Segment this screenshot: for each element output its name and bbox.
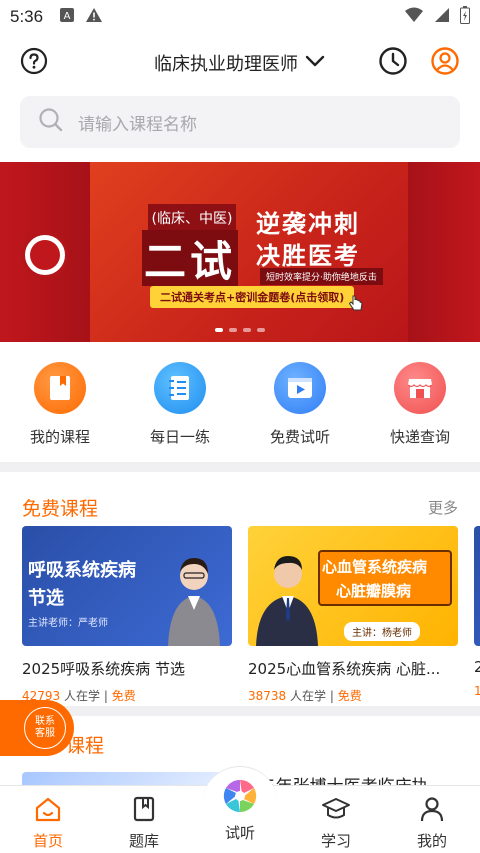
search-icon xyxy=(38,107,64,137)
tab-question-bank[interactable]: 题库 xyxy=(96,786,192,853)
quick-label: 免费试听 xyxy=(269,428,330,446)
chevron-down-icon xyxy=(304,53,326,74)
quick-free-trial[interactable]: 免费试听 xyxy=(240,362,360,462)
exam-selector[interactable]: 临床执业助理医师 xyxy=(154,50,326,76)
list-notebook-icon xyxy=(154,362,206,414)
quick-label: 快递查询 xyxy=(389,428,450,446)
course-meta: 38738 人在学 | 免费 xyxy=(248,687,458,704)
customer-service-label: 联系 客服 xyxy=(24,707,66,749)
aperture-icon xyxy=(220,776,260,820)
tab-label: 题库 xyxy=(128,832,159,850)
contact-line-2: 客服 xyxy=(35,728,55,739)
thumb-line-1: 呼吸系统疾病 xyxy=(28,560,136,581)
quick-label: 我的课程 xyxy=(29,428,90,446)
course-thumbnail: 心血管系统疾病 心脏瓣膜病 主讲：杨老师 xyxy=(248,526,458,646)
section-title: 免费课程 xyxy=(22,497,99,520)
meta-separator: | xyxy=(329,689,334,703)
status-time: 5:36 xyxy=(10,7,44,26)
person-icon xyxy=(419,796,445,826)
course-title: 2025心血管系统疾病 心脏... xyxy=(248,660,441,678)
home-icon xyxy=(34,796,62,826)
brand-seal-logo xyxy=(22,232,68,278)
tab-home[interactable]: 首页 xyxy=(0,786,96,853)
learner-count: 1 xyxy=(474,684,480,698)
meta-separator: | xyxy=(103,689,108,703)
course-card[interactable]: 心血管系统疾病 心脏瓣膜病 主讲：杨老师 2025心血管系统疾病 心脏... 3… xyxy=(248,526,458,704)
section-divider xyxy=(0,706,480,716)
svg-text:A: A xyxy=(64,11,71,22)
course-thumbnail: 呼吸系统疾病 节选 主讲老师：严老师 xyxy=(22,526,232,646)
banner-headline-2: 决胜医考 xyxy=(256,242,360,270)
banner-right-panel xyxy=(408,162,480,342)
tab-label: 学习 xyxy=(320,832,351,850)
teacher-photo xyxy=(168,558,220,646)
contact-line-1: 联系 xyxy=(35,716,55,727)
quick-entries: 我的课程 每日一练 免费试听 快递查询 xyxy=(0,342,480,462)
course-title: 2 xyxy=(474,658,480,676)
promo-banner[interactable]: (临床、中医) 二试 逆袭冲刺 决胜医考 短时效率提分·助你绝地反击 二试通关考… xyxy=(0,162,480,342)
banner-dot[interactable] xyxy=(243,328,251,332)
thumb-teacher: 主讲：杨老师 xyxy=(344,622,420,641)
tab-trial[interactable]: 试听 xyxy=(192,778,288,853)
section-divider xyxy=(0,462,480,472)
course-thumbnail xyxy=(474,526,480,646)
banner-pagination xyxy=(0,328,480,332)
banner-dot[interactable] xyxy=(229,328,237,332)
bottom-nav: 首页 题库 试听 学习 我的 xyxy=(0,766,480,853)
quick-daily-practice[interactable]: 每日一练 xyxy=(120,362,240,462)
quick-my-courses[interactable]: 我的课程 xyxy=(0,362,120,462)
quick-label: 每日一练 xyxy=(149,428,210,446)
wifi-icon xyxy=(404,7,424,28)
learner-suffix: 人在学 xyxy=(64,689,101,703)
graduation-cap-icon xyxy=(321,796,351,826)
bookmark-book-icon xyxy=(34,362,86,414)
course-card[interactable]: 呼吸系统疾病 节选 主讲老师：严老师 2025呼吸系统疾病 节选 42793 人… xyxy=(22,526,232,704)
help-icon[interactable] xyxy=(20,47,48,79)
free-courses-carousel[interactable]: 呼吸系统疾病 节选 主讲老师：严老师 2025呼吸系统疾病 节选 42793 人… xyxy=(0,526,480,706)
tab-label: 试听 xyxy=(224,824,255,842)
banner-subline: 短时效率提分·助你绝地反击 xyxy=(260,268,383,285)
more-link[interactable]: 更多 xyxy=(428,497,458,518)
course-title: 2025呼吸系统疾病 节选 xyxy=(22,660,185,678)
price-tag: 免费 xyxy=(111,689,136,703)
warning-icon xyxy=(85,7,103,28)
free-courses-header: 免费课程 更多 xyxy=(0,472,480,522)
learner-suffix: 人在学 xyxy=(290,689,327,703)
play-video-icon xyxy=(274,362,326,414)
thumb-teacher: 主讲老师：严老师 xyxy=(28,618,108,629)
banner-headline-1: 逆袭冲刺 xyxy=(256,210,360,238)
banner-dot[interactable] xyxy=(215,328,223,332)
search-input[interactable]: 请输入课程名称 xyxy=(20,96,460,148)
thumb-line-2: 节选 xyxy=(28,588,64,609)
tab-profile[interactable]: 我的 xyxy=(384,786,480,853)
tab-label: 我的 xyxy=(416,832,447,850)
cell-signal-icon xyxy=(434,7,450,28)
learner-count: 38738 xyxy=(248,689,287,703)
banner-big-text: 二试 xyxy=(142,230,238,286)
battery-icon xyxy=(460,5,470,29)
customer-service-button[interactable]: 联系 客服 xyxy=(0,700,74,756)
thumb-line-1: 心血管系统疾病 xyxy=(322,558,428,576)
quick-express-query[interactable]: 快递查询 xyxy=(360,362,480,462)
history-clock-icon[interactable] xyxy=(378,46,408,80)
banner-dot[interactable] xyxy=(257,328,265,332)
user-avatar-icon[interactable] xyxy=(430,46,460,80)
course-card[interactable]: 2 1 xyxy=(474,526,480,698)
status-bar: 5:36 A xyxy=(0,0,480,34)
top-header: 临床执业助理医师 xyxy=(0,34,480,92)
pointer-hand-icon xyxy=(348,294,364,316)
thumb-line-2: 心脏瓣膜病 xyxy=(336,582,412,600)
price-tag: 免费 xyxy=(337,689,362,703)
course-meta: 1 xyxy=(474,684,480,698)
banner-cta[interactable]: 二试通关考点+密训金题卷(点击领取) xyxy=(150,286,355,308)
tab-study[interactable]: 学习 xyxy=(288,786,384,853)
book-icon xyxy=(131,796,157,826)
shop-icon xyxy=(394,362,446,414)
search-placeholder: 请输入课程名称 xyxy=(78,114,197,135)
teacher-photo xyxy=(256,556,318,646)
exam-title: 临床执业助理医师 xyxy=(154,54,298,75)
notification-a-icon: A xyxy=(59,7,75,28)
tab-label: 首页 xyxy=(32,832,63,850)
